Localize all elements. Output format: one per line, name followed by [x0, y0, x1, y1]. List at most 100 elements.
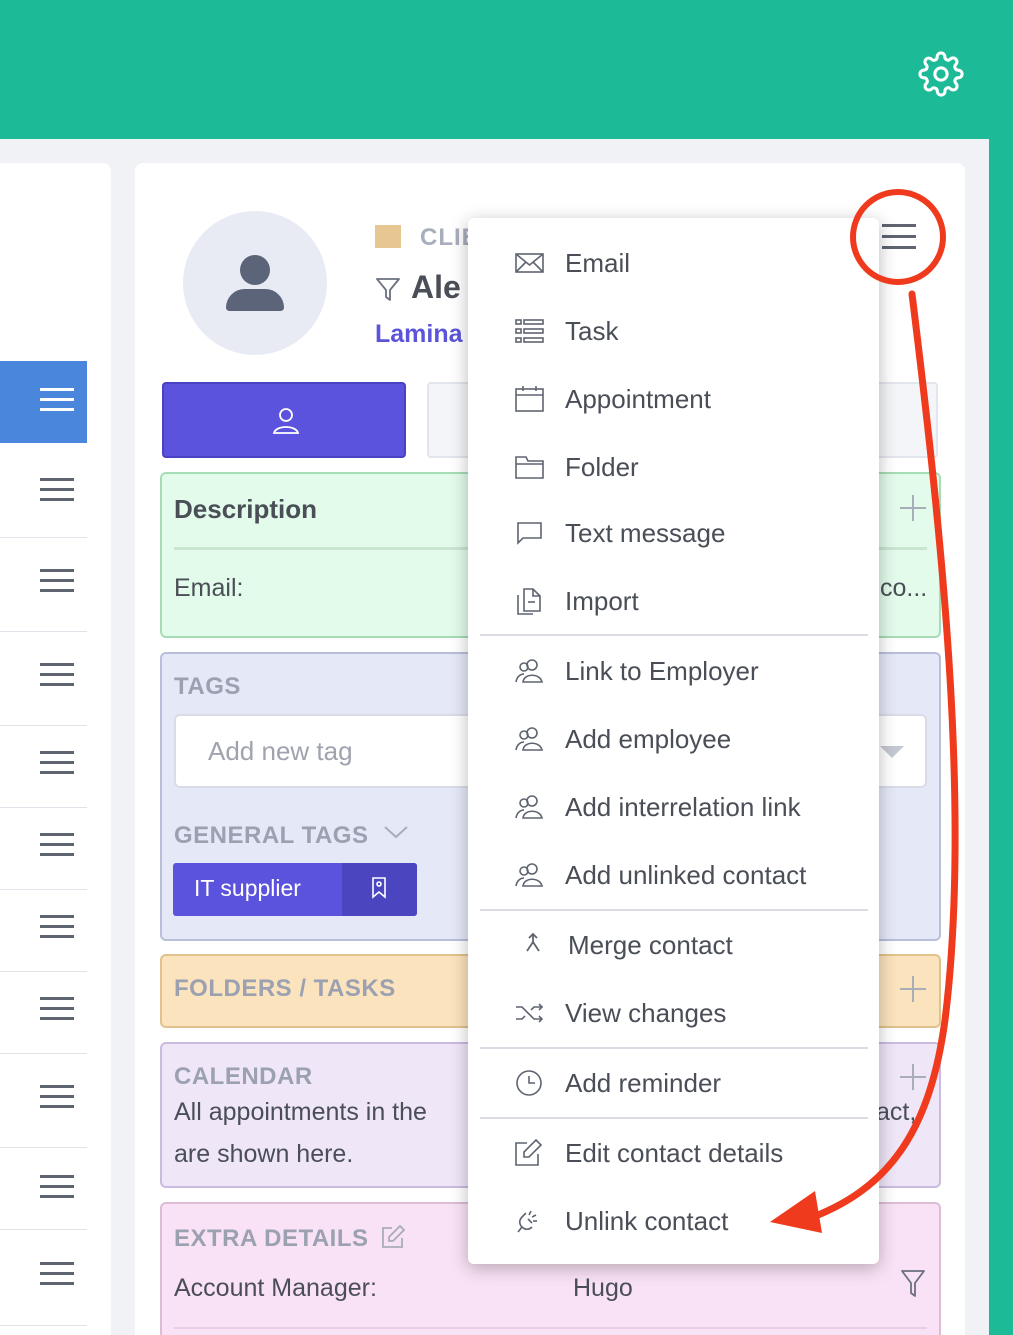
menu-icon[interactable] [40, 1175, 74, 1199]
caret-down-icon[interactable] [880, 746, 904, 758]
menu-item-add-unlinked-contact[interactable]: Add unlinked contact [468, 845, 879, 905]
menu-item-edit-contact-details[interactable]: Edit contact details [468, 1123, 879, 1183]
tags-title: TAGS [174, 673, 241, 700]
account-manager-label: Account Manager: [174, 1274, 377, 1302]
menu-item-task[interactable]: Task [468, 301, 879, 361]
merge-icon [526, 932, 540, 952]
menu-item-label: Link to Employer [565, 656, 759, 686]
chat-bubble-icon [517, 522, 542, 545]
envelope-icon [515, 253, 544, 273]
folder-icon [515, 456, 544, 479]
list-item[interactable] [0, 361, 87, 443]
menu-item-label: Appointment [565, 384, 711, 414]
menu-item-add-reminder[interactable]: Add reminder [468, 1053, 879, 1113]
list-item[interactable] [0, 726, 87, 808]
menu-icon[interactable] [40, 915, 74, 939]
funnel-icon[interactable] [900, 1268, 926, 1298]
menu-item-label: Task [565, 316, 619, 346]
tab-person[interactable] [162, 382, 406, 458]
list-item[interactable] [0, 1148, 87, 1230]
general-tags-title: GENERAL TAGS [174, 822, 369, 849]
menu-icon[interactable] [40, 388, 74, 412]
contact-actions-menu-button[interactable] [882, 224, 916, 250]
calendar-text-fragment: act, [876, 1098, 917, 1126]
menu-item-label: Add unlinked contact [565, 860, 807, 890]
list-item[interactable] [0, 808, 87, 890]
import-document-icon [517, 588, 541, 615]
right-edge-strip [989, 139, 1013, 1335]
avatar-body [226, 289, 284, 311]
funnel-icon[interactable] [375, 276, 401, 302]
menu-item-merge-contact[interactable]: Merge contact [468, 915, 879, 975]
task-list-icon [515, 319, 544, 343]
shuffle-icon [516, 1003, 544, 1023]
menu-icon[interactable] [40, 751, 74, 775]
add-appointment-icon[interactable] [900, 1064, 926, 1090]
calendar-title: CALENDAR [174, 1063, 313, 1090]
tag-chip[interactable]: IT supplier [173, 863, 417, 916]
menu-item-label: Text message [565, 518, 726, 548]
menu-item-appointment[interactable]: Appointment [468, 369, 879, 429]
calendar-icon [515, 386, 544, 412]
menu-separator [480, 634, 868, 636]
menu-item-folder[interactable]: Folder [468, 437, 879, 497]
menu-icon[interactable] [40, 1262, 74, 1286]
bookmark-icon [372, 877, 386, 899]
contact-name: Ale [411, 269, 461, 305]
menu-item-label: Unlink contact [565, 1206, 729, 1236]
clock-icon [516, 1070, 542, 1096]
description-title: Description [174, 494, 318, 524]
divider [174, 1327, 927, 1329]
menu-item-label: Edit contact details [565, 1138, 784, 1168]
menu-icon[interactable] [40, 478, 74, 502]
add-folder-icon[interactable] [900, 976, 926, 1002]
menu-separator [480, 1047, 868, 1049]
menu-icon[interactable] [40, 663, 74, 687]
list-item[interactable] [0, 1054, 87, 1148]
list-item[interactable] [0, 1230, 87, 1326]
unlink-icon [517, 1210, 537, 1233]
account-manager-value: Hugo [573, 1274, 633, 1302]
users-icon [515, 727, 543, 751]
email-value[interactable]: co... [880, 574, 927, 603]
menu-item-add-employee[interactable]: Add employee [468, 709, 879, 769]
add-description-icon[interactable] [900, 495, 926, 521]
calendar-text-line2: are shown here. [174, 1140, 354, 1168]
menu-icon[interactable] [40, 569, 74, 593]
menu-item-email[interactable]: Email [468, 233, 879, 293]
menu-item-view-changes[interactable]: View changes [468, 983, 879, 1043]
menu-item-add-interrelation-link[interactable]: Add interrelation link [468, 777, 879, 837]
menu-item-link-to-employer[interactable]: Link to Employer [468, 641, 879, 701]
menu-item-label: Add reminder [565, 1068, 722, 1098]
chevron-down-icon[interactable] [383, 824, 409, 840]
menu-item-unlink-contact[interactable]: Unlink contact [468, 1191, 879, 1251]
users-icon [515, 795, 543, 819]
users-icon [515, 863, 543, 887]
contact-company-link[interactable]: Lamina [375, 320, 463, 349]
list-item[interactable] [0, 632, 87, 726]
extra-details-title: EXTRA DETAILS [174, 1225, 369, 1252]
folders-tasks-title: FOLDERS / TASKS [174, 975, 396, 1002]
list-item[interactable] [0, 538, 87, 632]
menu-item-label: Add employee [565, 724, 732, 754]
gear-icon[interactable] [918, 51, 964, 97]
person-icon [272, 408, 300, 434]
list-item[interactable] [0, 443, 87, 538]
menu-separator [480, 1117, 868, 1119]
edit-icon[interactable] [380, 1224, 406, 1250]
menu-item-import[interactable]: Import [468, 571, 879, 631]
menu-icon[interactable] [40, 997, 74, 1021]
list-item[interactable] [0, 972, 87, 1054]
contact-list-panel [0, 163, 111, 1335]
tag-chip-action[interactable] [342, 863, 417, 916]
list-item[interactable] [0, 890, 87, 972]
menu-icon[interactable] [40, 833, 74, 857]
calendar-text-line1: All appointments in the [174, 1098, 427, 1126]
avatar-head [240, 255, 270, 285]
menu-separator [480, 909, 868, 911]
tag-chip-label: IT supplier [194, 875, 301, 901]
menu-item-label: Import [565, 586, 639, 616]
menu-icon[interactable] [40, 1085, 74, 1109]
menu-item-label: View changes [565, 998, 727, 1028]
menu-item-text-message[interactable]: Text message [468, 503, 879, 563]
